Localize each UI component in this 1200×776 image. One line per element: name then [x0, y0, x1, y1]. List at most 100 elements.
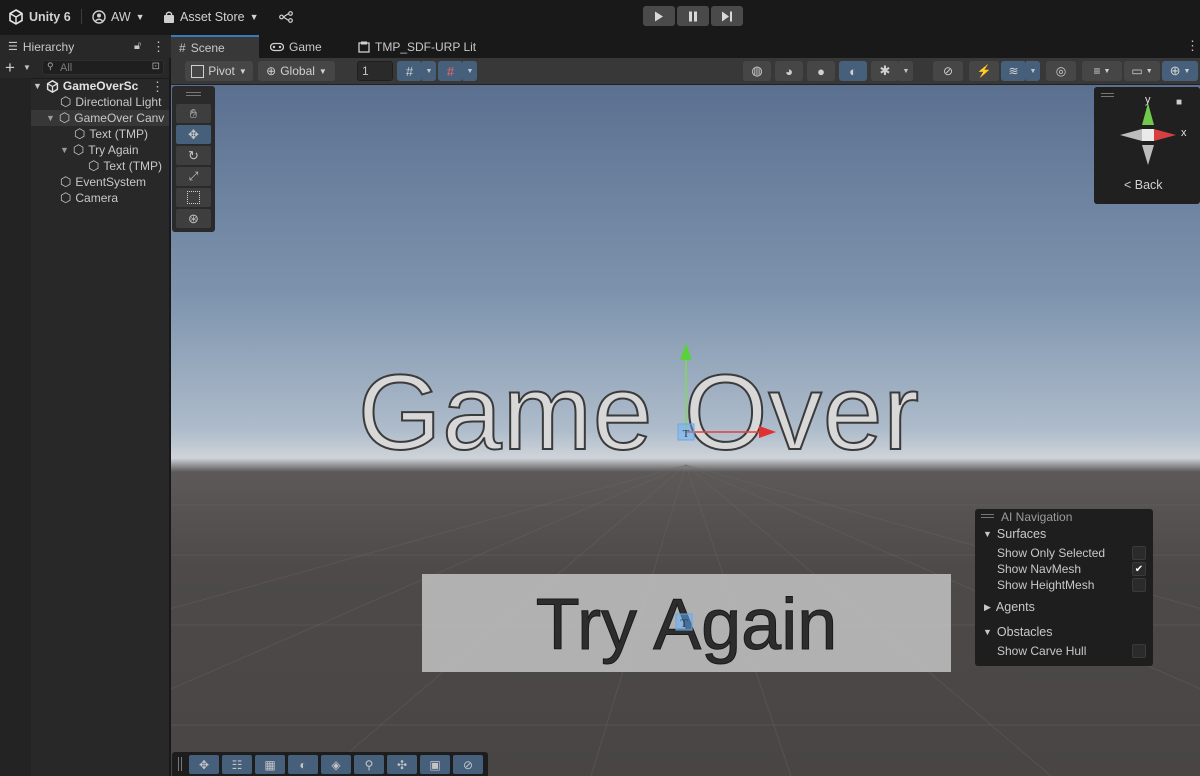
hierarchy-item-label: Directional Light [75, 95, 162, 109]
grid-overlay-button[interactable]: ▦ [255, 755, 285, 774]
overlay-grip[interactable] [181, 757, 182, 771]
lock-icon[interactable]: 🔓︎ [134, 40, 141, 53]
hierarchy-item-text-child[interactable]: ⬡ Text (TMP) [88, 158, 162, 174]
hierarchy-item-label: EventSystem [75, 175, 147, 189]
unlit-button[interactable]: ◐ [839, 61, 867, 81]
moon-icon: ◐ [299, 757, 307, 772]
hierarchy-item-text[interactable]: ⬡ Text (TMP) [74, 126, 148, 142]
layers-dropdown[interactable]: ≡ ▼ [1082, 61, 1122, 81]
effects-button[interactable]: ≋ [1001, 61, 1026, 81]
chevron-down-icon: ▼ [1145, 67, 1153, 75]
chevron-down-icon[interactable]: ▼ [23, 63, 31, 72]
pause-button[interactable] [677, 6, 709, 26]
search-icon: ⚲ [47, 61, 54, 71]
show-only-selected-checkbox[interactable] [1132, 546, 1146, 560]
game-over-text[interactable]: Game Over [357, 354, 978, 471]
rect-tool-button[interactable] [176, 188, 211, 207]
back-view-button[interactable]: < Back [1124, 178, 1163, 192]
compass-overlay-button[interactable]: ⊘ [453, 755, 483, 774]
shaded-wireframe-button[interactable]: ◕ [775, 61, 803, 81]
overlay-grip[interactable] [1101, 96, 1114, 97]
hierarchy-item-try-again[interactable]: ▼ ⬡ Try Again [60, 142, 139, 158]
navigation-overlay-button[interactable]: ◈ [321, 755, 351, 774]
orientation-overlay-button[interactable]: ✣ [387, 755, 417, 774]
hierarchy-item-light[interactable]: ⬡ Directional Light [60, 94, 161, 110]
show-carve-hull-checkbox[interactable] [1132, 644, 1146, 658]
tab-game[interactable]: Game [262, 35, 352, 58]
gizmo-globe-icon: ⊕ [1169, 63, 1181, 78]
account-dropdown[interactable]: AW ▼ [92, 8, 145, 26]
collapse-arrow-icon[interactable]: ▼ [46, 113, 55, 123]
view-tool-button[interactable]: ✋︎ [176, 104, 211, 123]
lighting-overlay-button[interactable]: ◐ [288, 755, 318, 774]
pivot-dropdown[interactable]: Pivot ▼ [185, 61, 253, 81]
more-options-icon[interactable]: ⋮ [151, 79, 164, 95]
more-options-icon[interactable]: ⋮ [152, 39, 165, 55]
snap-icon: # [446, 63, 455, 79]
camera-dropdown[interactable]: ▭ ▼ [1124, 61, 1160, 81]
more-options-icon[interactable]: ⋮ [1186, 38, 1199, 54]
tab-hierarchy[interactable]: ☰ Hierarchy 🔓︎ ⋮ [0, 35, 173, 58]
rotate-tool-button[interactable]: ↻ [176, 146, 211, 165]
hierarchy-item-eventsystem[interactable]: ⬡ EventSystem [60, 174, 146, 190]
overlay-grip[interactable] [186, 95, 201, 96]
debug-draw-dropdown[interactable]: ▼ [899, 61, 913, 81]
debug-draw-mode-button[interactable]: ✱ [871, 61, 899, 81]
version-control-button[interactable] [279, 8, 293, 26]
asset-store-dropdown[interactable]: Asset Store ▼ [163, 8, 259, 26]
neg-x-axis-cone[interactable] [1120, 129, 1142, 141]
tab-scene[interactable]: # Scene [171, 35, 259, 58]
y-axis-label: y [1145, 94, 1151, 106]
collapse-arrow-icon[interactable]: ▼ [60, 145, 69, 155]
2d-toggle-button[interactable]: ⊘ [933, 61, 963, 81]
hierarchy-item-camera[interactable]: ⬡ Camera [60, 190, 118, 206]
neg-y-axis-cone[interactable] [1142, 145, 1154, 165]
grid-size-field[interactable]: 1 [357, 61, 393, 81]
show-navmesh-checkbox[interactable]: ✔ [1132, 562, 1146, 576]
overlay-grip[interactable] [981, 517, 994, 518]
wireframe-shading-button[interactable]: ◍ [743, 61, 771, 81]
show-heightmesh-checkbox[interactable] [1132, 578, 1146, 592]
center-cube[interactable] [1142, 129, 1154, 141]
overlay-grip[interactable] [186, 92, 201, 93]
gizmos-dropdown[interactable]: ⊕ ▼ [1162, 61, 1198, 81]
grid-snap-dropdown[interactable]: ▼ [422, 61, 436, 81]
shaded-button[interactable]: ● [807, 61, 835, 81]
global-dropdown[interactable]: ⊕ Global ▼ [258, 61, 335, 81]
move-tool-button[interactable]: ✥ [176, 125, 211, 144]
move-gizmo-x-arrow-icon[interactable] [759, 426, 776, 438]
tab-material[interactable]: TMP_SDF-URP Lit [350, 35, 498, 58]
play-button[interactable] [643, 6, 675, 26]
incremental-snap-dropdown[interactable]: ▼ [463, 61, 477, 81]
effects-dropdown[interactable]: ▼ [1026, 61, 1040, 81]
search-overlay-button[interactable]: ⚲ [354, 755, 384, 774]
surfaces-foldout[interactable]: ▼ Surfaces [975, 526, 1153, 542]
move-gizmo-y-arrow-icon[interactable] [680, 343, 692, 360]
grid-snap-button[interactable]: # [397, 61, 422, 81]
overlay-grip[interactable] [981, 514, 994, 515]
transform-tool-button[interactable]: ⊛ [176, 209, 211, 228]
camera-overlay-button[interactable]: ▣ [420, 755, 450, 774]
hierarchy-item-scene[interactable]: ▼ GameOverSc [33, 78, 138, 94]
inspector-overlay-button[interactable]: ☷ [222, 755, 252, 774]
scale-tool-button[interactable]: ⤢ [176, 167, 211, 186]
hierarchy-item-canvas[interactable]: ▼ ⬡ GameOver Canv [46, 110, 164, 126]
obstacles-foldout[interactable]: ▼ Obstacles [975, 624, 1153, 640]
incremental-snap-button[interactable]: # [438, 61, 463, 81]
overlay-grip[interactable] [1101, 93, 1114, 94]
collapse-arrow-icon[interactable]: ▼ [33, 81, 42, 91]
y-axis-cone[interactable] [1142, 103, 1154, 125]
overlay-grip[interactable] [178, 757, 179, 771]
filter-icon[interactable]: ⊡ [152, 61, 160, 72]
add-icon[interactable]: + [5, 58, 15, 78]
move-tool-overlay-button[interactable]: ✥ [189, 755, 219, 774]
x-axis-cone[interactable] [1154, 129, 1176, 141]
agents-foldout[interactable]: ▶ Agents [975, 599, 1153, 615]
lighting-toggle-button[interactable]: ⚡ [969, 61, 999, 81]
hierarchy-search-field[interactable]: ⚲ All ⊡ [42, 60, 164, 75]
step-button[interactable] [711, 6, 743, 26]
move-gizmo[interactable]: T [672, 340, 782, 445]
unity-version-menu[interactable]: Unity 6 [8, 8, 71, 26]
visibility-toggle-button[interactable]: ◎ [1046, 61, 1076, 81]
chevron-down-icon: ▼ [902, 67, 910, 75]
